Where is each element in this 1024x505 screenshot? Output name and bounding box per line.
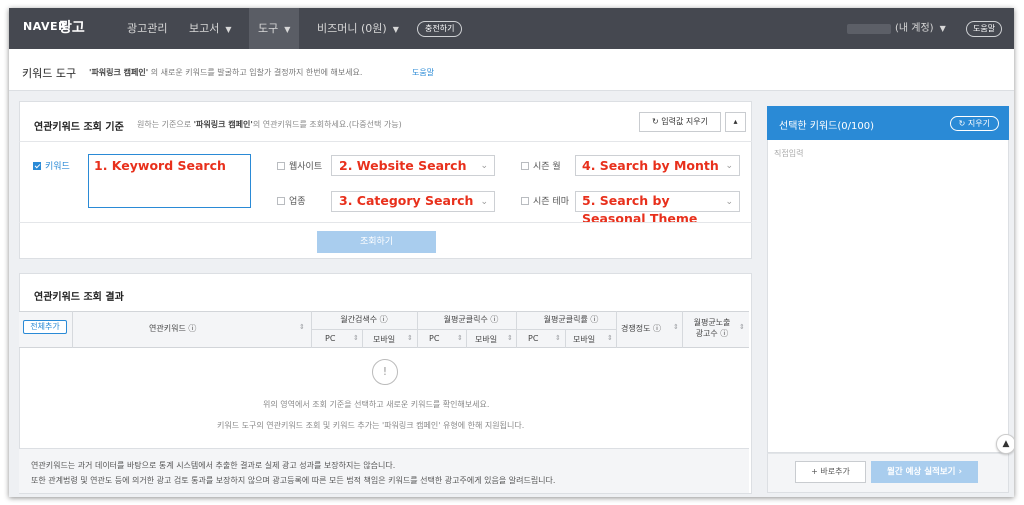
sort-icon[interactable]: ⇕ [299, 323, 305, 331]
app-frame: NAVER 광고 광고관리 보고서 ▼ 도구 ▼ 비즈머니 (0원) ▼ 충전하기 (… [9, 8, 1014, 497]
col-clicks-pc[interactable]: PC [429, 334, 439, 343]
sort-icon[interactable]: ⇕ [673, 323, 679, 331]
direct-input-placeholder: 직접입력 [774, 149, 804, 158]
checkbox-icon [521, 162, 529, 170]
col-ctr-mobile[interactable]: 모바일 [573, 334, 595, 345]
chevron-down-icon: ▼ [392, 25, 399, 34]
checkbox-icon [277, 162, 285, 170]
page-title: 키워드 도구 [22, 67, 77, 80]
col-competition[interactable]: 경쟁정도 ⓘ [621, 323, 661, 334]
col-keyword[interactable]: 연관키워드 ⓘ [149, 323, 196, 334]
sort-icon[interactable]: ⇕ [353, 334, 359, 342]
page-description: '파워링크 캠페인' 의 새로운 키워드를 발굴하고 입찰가 결정까지 한번에 … [89, 68, 363, 77]
divider [19, 141, 752, 142]
divider [19, 222, 752, 223]
chevron-down-icon: ▼ [939, 24, 946, 33]
nav-tools[interactable]: 도구 ▼ [249, 8, 300, 49]
chevron-up-icon: ▴ [733, 117, 738, 126]
ads-logo[interactable]: 광고 [59, 17, 85, 37]
keyword-checkbox[interactable]: 키워드 [33, 159, 70, 172]
checkbox-checked-icon [33, 162, 41, 170]
selected-keywords-header: 선택한 키워드(0/100) ↻ 지우기 [767, 106, 1009, 140]
col-divider [362, 329, 363, 348]
col-divider [565, 329, 566, 348]
selected-keywords-title: 선택한 키워드(0/100) [779, 121, 874, 132]
results-title: 연관키워드 조회 결과 [34, 292, 124, 303]
account-menu[interactable]: (내 계정) ▼ [895, 8, 946, 49]
notes-section: 연관키워드는 과거 데이터를 바탕으로 통계 시스템에서 추출한 결과로 실제 … [19, 448, 749, 493]
sort-icon[interactable]: ⇕ [407, 334, 413, 342]
annotation-keyword: 1. Keyword Search [94, 158, 226, 173]
col-search-mobile[interactable]: 모바일 [373, 334, 395, 345]
info-icon: ! [372, 359, 398, 385]
col-divider [682, 311, 683, 348]
col-monthly-avg-clicks: 월평균클릭수 ⓘ [443, 315, 499, 324]
chevron-down-icon: ⌄ [725, 197, 733, 207]
col-divider [466, 329, 467, 348]
sort-icon[interactable]: ⇕ [607, 334, 613, 342]
col-ctr-pc[interactable]: PC [528, 334, 538, 343]
help-button[interactable]: 도움말 [966, 21, 1003, 37]
scroll-top-icon[interactable]: ▲ [996, 434, 1014, 454]
chevron-down-icon: ⌄ [480, 161, 488, 171]
criteria-title: 연관키워드 조회 기준 [34, 122, 124, 133]
sort-icon[interactable]: ⇕ [457, 334, 463, 342]
note-1: 연관키워드는 과거 데이터를 바탕으로 통계 시스템에서 추출한 결과로 실제 … [31, 461, 396, 470]
nav-ad-management[interactable]: 광고관리 [119, 8, 175, 49]
chevron-down-icon: ▼ [284, 25, 291, 34]
annotation-category: 3. Category Search [339, 193, 474, 208]
chevron-down-icon: ⌄ [480, 197, 488, 207]
col-search-pc[interactable]: PC [325, 334, 335, 343]
chevron-down-icon: ▼ [225, 25, 232, 34]
annotation-website: 2. Website Search [339, 158, 467, 173]
month-checkbox[interactable]: 시즌 월 [521, 159, 561, 172]
sort-icon[interactable]: ⇕ [507, 334, 513, 342]
nav-bizmoney[interactable]: 비즈머니 (0원) ▼ [309, 8, 407, 49]
collapse-button[interactable]: ▴ [725, 112, 746, 132]
search-button[interactable]: 조회하기 [317, 231, 436, 253]
nav-reports[interactable]: 보고서 ▼ [181, 8, 240, 49]
add-now-button[interactable]: + 바로추가 [795, 461, 866, 483]
refresh-icon: ↻ [958, 119, 968, 128]
top-nav: NAVER 광고 광고관리 보고서 ▼ 도구 ▼ 비즈머니 (0원) ▼ 충전하기 (… [9, 8, 1014, 49]
theme-checkbox[interactable]: 시즌 테마 [521, 194, 569, 207]
col-clicks-mobile[interactable]: 모바일 [475, 334, 497, 345]
selected-keywords-footer: + 바로추가 월간 예상 실적보기 › [767, 453, 1009, 493]
annotation-theme-2: Seasonal Theme [582, 211, 698, 226]
page-header: 키워드 도구 '파워링크 캠페인' 의 새로운 키워드를 발굴하고 입찰가 결정… [9, 49, 1014, 91]
refresh-icon: ↻ [652, 117, 662, 126]
col-monthly-search: 월간검색수 ⓘ [340, 315, 388, 324]
category-checkbox[interactable]: 업종 [277, 194, 306, 207]
selected-keywords-input[interactable]: 직접입력 [767, 140, 1009, 453]
website-checkbox[interactable]: 웹사이트 [277, 159, 322, 172]
annotation-month: 4. Search by Month [582, 158, 719, 173]
col-ads-line1[interactable]: 월평균노출 [688, 317, 736, 328]
add-all-button[interactable]: 전체추가 [23, 320, 67, 334]
sort-icon[interactable]: ⇕ [739, 323, 745, 331]
empty-message-1: 위의 영역에서 조회 기준을 선택하고 새로운 키워드를 확인해보세요. [263, 400, 490, 409]
help-link[interactable]: 도움말 [412, 67, 434, 78]
empty-message-2: 키워드 도구의 연관키워드 조회 및 키워드 추가는 '파워링크 캠페인' 유형… [217, 421, 525, 430]
checkbox-icon [277, 197, 285, 205]
annotation-theme-1: 5. Search by [582, 193, 670, 208]
row-divider [311, 329, 616, 330]
sort-icon[interactable]: ⇕ [555, 334, 561, 342]
criteria-hint: 원하는 기준으로 '파워링크 캠페인'의 연관키워드를 조회하세요.(다중선택 … [137, 120, 402, 129]
col-divider [616, 311, 617, 348]
note-2: 또한 관계법령 및 연관도 등에 의거한 광고 검토 통과를 보장하지 않으며 … [31, 476, 556, 485]
view-estimate-button[interactable]: 월간 예상 실적보기 › [871, 461, 978, 483]
charge-button[interactable]: 충전하기 [417, 21, 463, 37]
account-name-redacted [847, 24, 891, 34]
clear-selected-button[interactable]: ↻ 지우기 [949, 116, 999, 131]
col-monthly-avg-ctr: 월평균클릭률 ⓘ [543, 315, 599, 324]
checkbox-icon [521, 197, 529, 205]
col-divider [72, 311, 73, 348]
col-ads-line2[interactable]: 광고수 ⓘ [688, 328, 736, 339]
chevron-down-icon: ⌄ [725, 161, 733, 171]
reset-input-button[interactable]: ↻ 입력값 지우기 [639, 112, 721, 132]
